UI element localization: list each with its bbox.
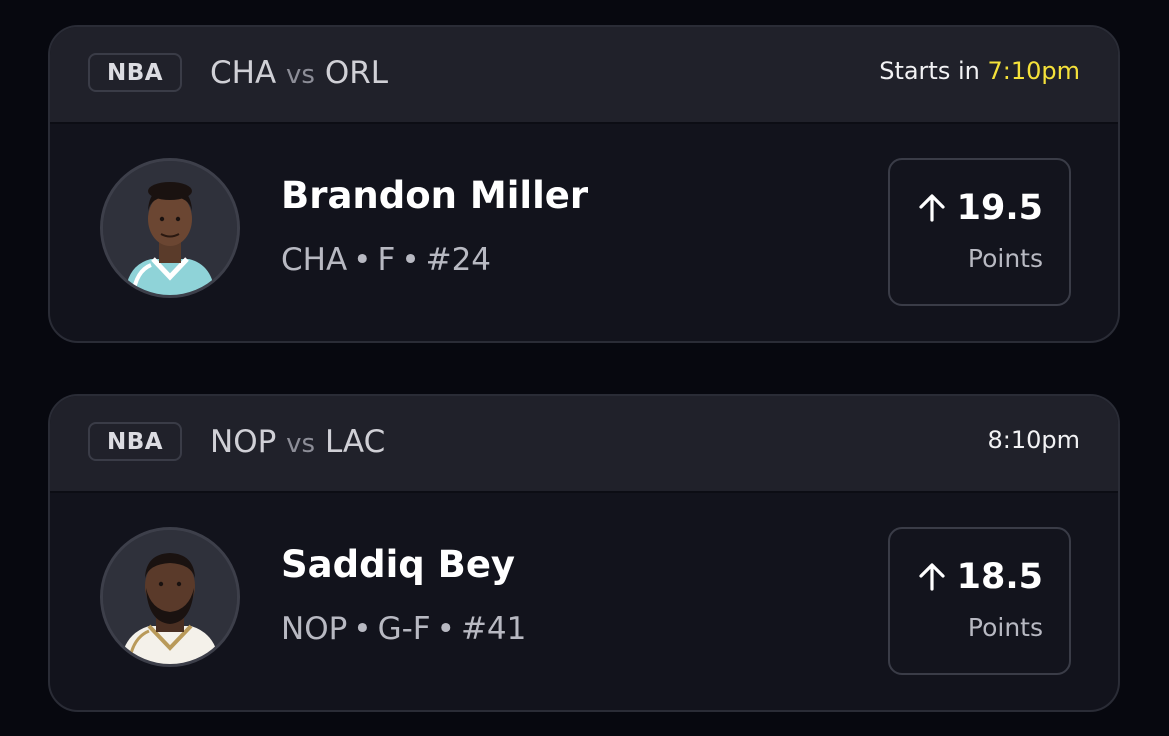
player-meta: NOP • G-F • #41 [281,611,526,647]
card-body: Brandon Miller CHA • F • #24 19.5 Points [50,122,1118,341]
player-team: NOP [281,611,348,647]
prop-line-value: 19.5 [956,188,1043,228]
meta-separator: • [353,242,372,278]
league-badge: NBA [88,53,182,92]
card-header: NBA NOP vs LAC 8:10pm [50,396,1118,493]
home-team: NOP [210,424,277,460]
projection-card[interactable]: NBA CHA vs ORL Starts in 7:10pm Brandon … [48,25,1120,343]
player-headshot-icon [100,158,240,298]
player-position: F [377,242,396,278]
prop-line: 18.5 [917,557,1043,597]
arrow-up-icon [919,194,945,222]
player-meta: CHA • F • #24 [281,242,491,278]
meta-separator: • [436,611,455,647]
prop-stat: Points [967,613,1043,642]
prop-line-button[interactable]: 18.5 Points [888,527,1071,675]
away-team: ORL [324,55,389,91]
prop-line: 19.5 [917,188,1043,228]
player-position: G-F [377,611,431,647]
player-team: CHA [281,242,348,278]
away-team: LAC [324,424,386,460]
player-number: #24 [425,242,492,278]
projection-card[interactable]: NBA NOP vs LAC 8:10pm Saddiq Bey NOP • G… [48,394,1120,712]
home-team: CHA [210,55,277,91]
arrow-up-icon [919,563,945,591]
player-name: Brandon Miller [281,174,589,217]
meta-separator: • [353,611,372,647]
card-header: NBA CHA vs ORL Starts in 7:10pm [50,27,1118,124]
start-time-value: 7:10pm [987,57,1080,85]
vs-label: vs [286,60,315,90]
prop-line-value: 18.5 [956,557,1043,597]
start-time: Starts in 7:10pm [879,57,1080,85]
player-name: Saddiq Bey [281,543,516,586]
prop-line-button[interactable]: 19.5 Points [888,158,1071,306]
prop-stat: Points [967,244,1043,273]
meta-separator: • [401,242,420,278]
matchup: CHA vs ORL [210,55,388,91]
start-time-value: 8:10pm [987,426,1080,454]
player-headshot-icon [100,527,240,667]
card-body: Saddiq Bey NOP • G-F • #41 18.5 Points [50,491,1118,710]
start-prefix: Starts in [879,57,980,85]
league-badge: NBA [88,422,182,461]
matchup: NOP vs LAC [210,424,385,460]
player-number: #41 [460,611,527,647]
start-time: 8:10pm [987,426,1080,454]
vs-label: vs [286,429,316,459]
